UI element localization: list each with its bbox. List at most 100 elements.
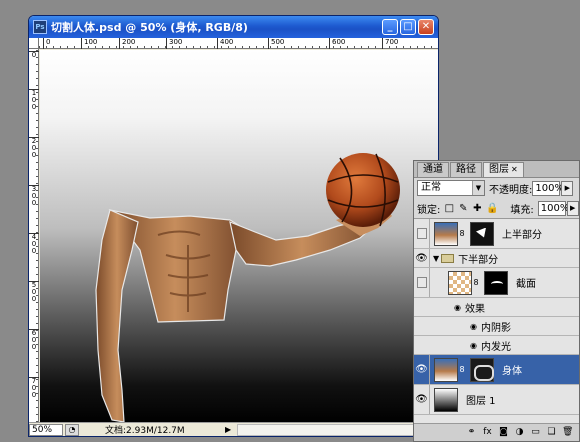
ruler-tick: 4 0 0 — [29, 233, 39, 255]
new-layer-icon[interactable]: ❑ — [546, 427, 557, 438]
horizontal-scrollbar[interactable] — [237, 423, 438, 436]
document-title: 切割人体.psd @ 50% (身体, RGB/8) — [51, 21, 248, 34]
visibility-toggle[interactable] — [414, 268, 430, 297]
effect-name: 内阴影 — [480, 322, 511, 334]
visibility-toggle[interactable]: 👁 — [414, 249, 430, 267]
status-bar: 50% ◔ 文档:2.93M/12.7M ▶ — [29, 422, 438, 436]
opacity-label: 不透明度: — [489, 184, 533, 196]
mask-icon[interactable]: ◙ — [498, 427, 509, 438]
fill-slider-arrow-icon[interactable]: ▶ — [566, 200, 579, 216]
link-icon: 8 — [459, 365, 465, 374]
horizontal-ruler[interactable]: 0 100 200 300 400 500 600 700 — [39, 38, 438, 49]
visibility-toggle[interactable]: 👁 — [414, 385, 430, 414]
ruler-tick: 1 0 0 — [29, 89, 39, 111]
close-icon[interactable]: ✕ — [511, 165, 518, 174]
triangle-down-icon[interactable]: ▼ — [433, 254, 439, 263]
ruler-tick: 0 — [29, 51, 39, 59]
blend-mode-value: 正常 — [421, 182, 441, 193]
ruler-tick: 600 — [329, 38, 345, 49]
layer-name: 上半部分 — [502, 230, 542, 241]
ruler-tick: 400 — [217, 38, 233, 49]
layer-thumbnail — [448, 270, 472, 295]
ruler-tick: 5 0 0 — [29, 281, 39, 303]
status-info-icon[interactable]: ◔ — [65, 423, 79, 436]
ruler-tick: 200 — [119, 38, 135, 49]
fill-field[interactable]: 100% — [537, 200, 569, 216]
layer-row[interactable]: 👁 图层 1 — [414, 385, 579, 415]
fx-icon[interactable]: fx — [482, 427, 493, 438]
tab-channels[interactable]: 通道 — [417, 162, 449, 177]
photoshop-icon: Ps — [33, 20, 47, 34]
layer-row-selected[interactable]: 👁 8 身体 — [414, 355, 579, 385]
ruler-tick: 100 — [81, 38, 97, 49]
tab-paths[interactable]: 路径 — [450, 162, 482, 177]
status-menu-arrow-icon[interactable]: ▶ — [225, 425, 235, 434]
layers-list[interactable]: 8 上半部分 👁 ▼ 下半部分 8 截面 ◉ 效果 ◉ 内阴影 ◉ 内发光 👁 … — [414, 218, 579, 423]
document-canvas[interactable] — [40, 50, 438, 423]
layers-panel[interactable]: 通道 路径 图层 ✕ 正常 ▼ 不透明度: 100% ▶ 锁定: □ ✎ ✚ 🔒 … — [413, 160, 580, 442]
lock-pixels-icon[interactable]: ✎ — [458, 203, 468, 214]
ruler-tick: 2 0 0 — [29, 137, 39, 159]
eye-icon: 👁 — [415, 394, 428, 405]
effects-label: 效果 — [464, 303, 485, 315]
minimize-button[interactable]: _ — [382, 19, 398, 35]
lock-all-icon[interactable]: 🔒 — [486, 203, 498, 214]
zoom-field[interactable]: 50% — [29, 423, 63, 436]
layer-row[interactable]: 8 截面 — [414, 268, 579, 298]
panel-footer: ⚭ fx ◙ ◑ ▭ ❑ 🗑 — [414, 423, 579, 441]
document-titlebar[interactable]: Ps 切割人体.psd @ 50% (身体, RGB/8) _ □ ✕ — [29, 16, 438, 38]
ruler-tick: 0 — [43, 38, 50, 49]
layer-thumbnail — [434, 387, 458, 412]
layer-mask-thumbnail[interactable] — [470, 221, 494, 246]
effects-row[interactable]: ◉ 效果 — [414, 298, 579, 317]
folder-icon[interactable]: ▭ — [530, 427, 541, 438]
eye-icon[interactable]: ◉ — [470, 322, 477, 331]
effect-row[interactable]: ◉ 内阴影 — [414, 317, 579, 336]
effect-name: 内发光 — [480, 341, 511, 353]
maximize-button[interactable]: □ — [400, 19, 416, 35]
adjustment-icon[interactable]: ◑ — [514, 427, 525, 438]
ruler-tick: 3 0 0 — [29, 185, 39, 207]
ruler-tick: 6 0 0 — [29, 329, 39, 351]
eye-icon: 👁 — [415, 252, 428, 264]
fill-label: 填充: — [510, 204, 534, 216]
ruler-tick: 300 — [166, 38, 182, 49]
visibility-toggle[interactable]: 👁 — [414, 355, 430, 384]
layer-mask-thumbnail[interactable] — [484, 270, 508, 295]
layer-group-row[interactable]: 👁 ▼ 下半部分 — [414, 249, 579, 268]
ruler-tick: 700 — [382, 38, 398, 49]
layer-mask-thumbnail[interactable] — [470, 357, 494, 382]
ruler-tick: 500 — [268, 38, 284, 49]
vertical-ruler[interactable]: 0 1 0 0 2 0 0 3 0 0 4 0 0 5 0 0 6 0 0 7 … — [29, 49, 39, 422]
panel-tabs: 通道 路径 图层 ✕ — [414, 161, 579, 178]
lock-transparency-icon[interactable]: □ — [444, 203, 454, 214]
opacity-slider-arrow-icon[interactable]: ▶ — [561, 180, 574, 196]
trash-icon[interactable]: 🗑 — [562, 427, 573, 438]
eye-icon[interactable]: ◉ — [470, 341, 477, 350]
layer-row[interactable]: 8 上半部分 — [414, 219, 579, 249]
layer-name: 下半部分 — [458, 254, 499, 266]
document-window[interactable]: Ps 切割人体.psd @ 50% (身体, RGB/8) _ □ ✕ 0 10… — [28, 15, 439, 437]
layer-thumbnail — [434, 357, 458, 382]
folder-icon — [441, 253, 455, 263]
close-button[interactable]: ✕ — [418, 19, 434, 35]
visibility-toggle[interactable] — [414, 219, 430, 248]
ruler-tick: 7 0 0 — [29, 377, 39, 399]
tab-layers-label: 图层 — [489, 164, 509, 175]
link-icon[interactable]: ⚭ — [466, 427, 477, 438]
ruler-corner[interactable] — [29, 38, 39, 49]
tab-layers[interactable]: 图层 ✕ — [483, 162, 524, 177]
eye-icon: 👁 — [415, 364, 428, 375]
document-size: 文档:2.93M/12.7M — [105, 426, 185, 436]
chevron-down-icon: ▼ — [472, 181, 484, 195]
eye-icon[interactable]: ◉ — [454, 303, 461, 312]
layer-name: 截面 — [516, 279, 536, 290]
link-icon: 8 — [459, 229, 465, 238]
lock-position-icon[interactable]: ✚ — [472, 203, 482, 214]
layer-name: 图层 1 — [466, 396, 496, 407]
opacity-field[interactable]: 100% — [532, 180, 564, 196]
blend-mode-select[interactable]: 正常 ▼ — [417, 180, 485, 196]
effect-row[interactable]: ◉ 内发光 — [414, 336, 579, 355]
body-figure-image — [95, 153, 400, 423]
layer-name: 身体 — [502, 366, 522, 377]
